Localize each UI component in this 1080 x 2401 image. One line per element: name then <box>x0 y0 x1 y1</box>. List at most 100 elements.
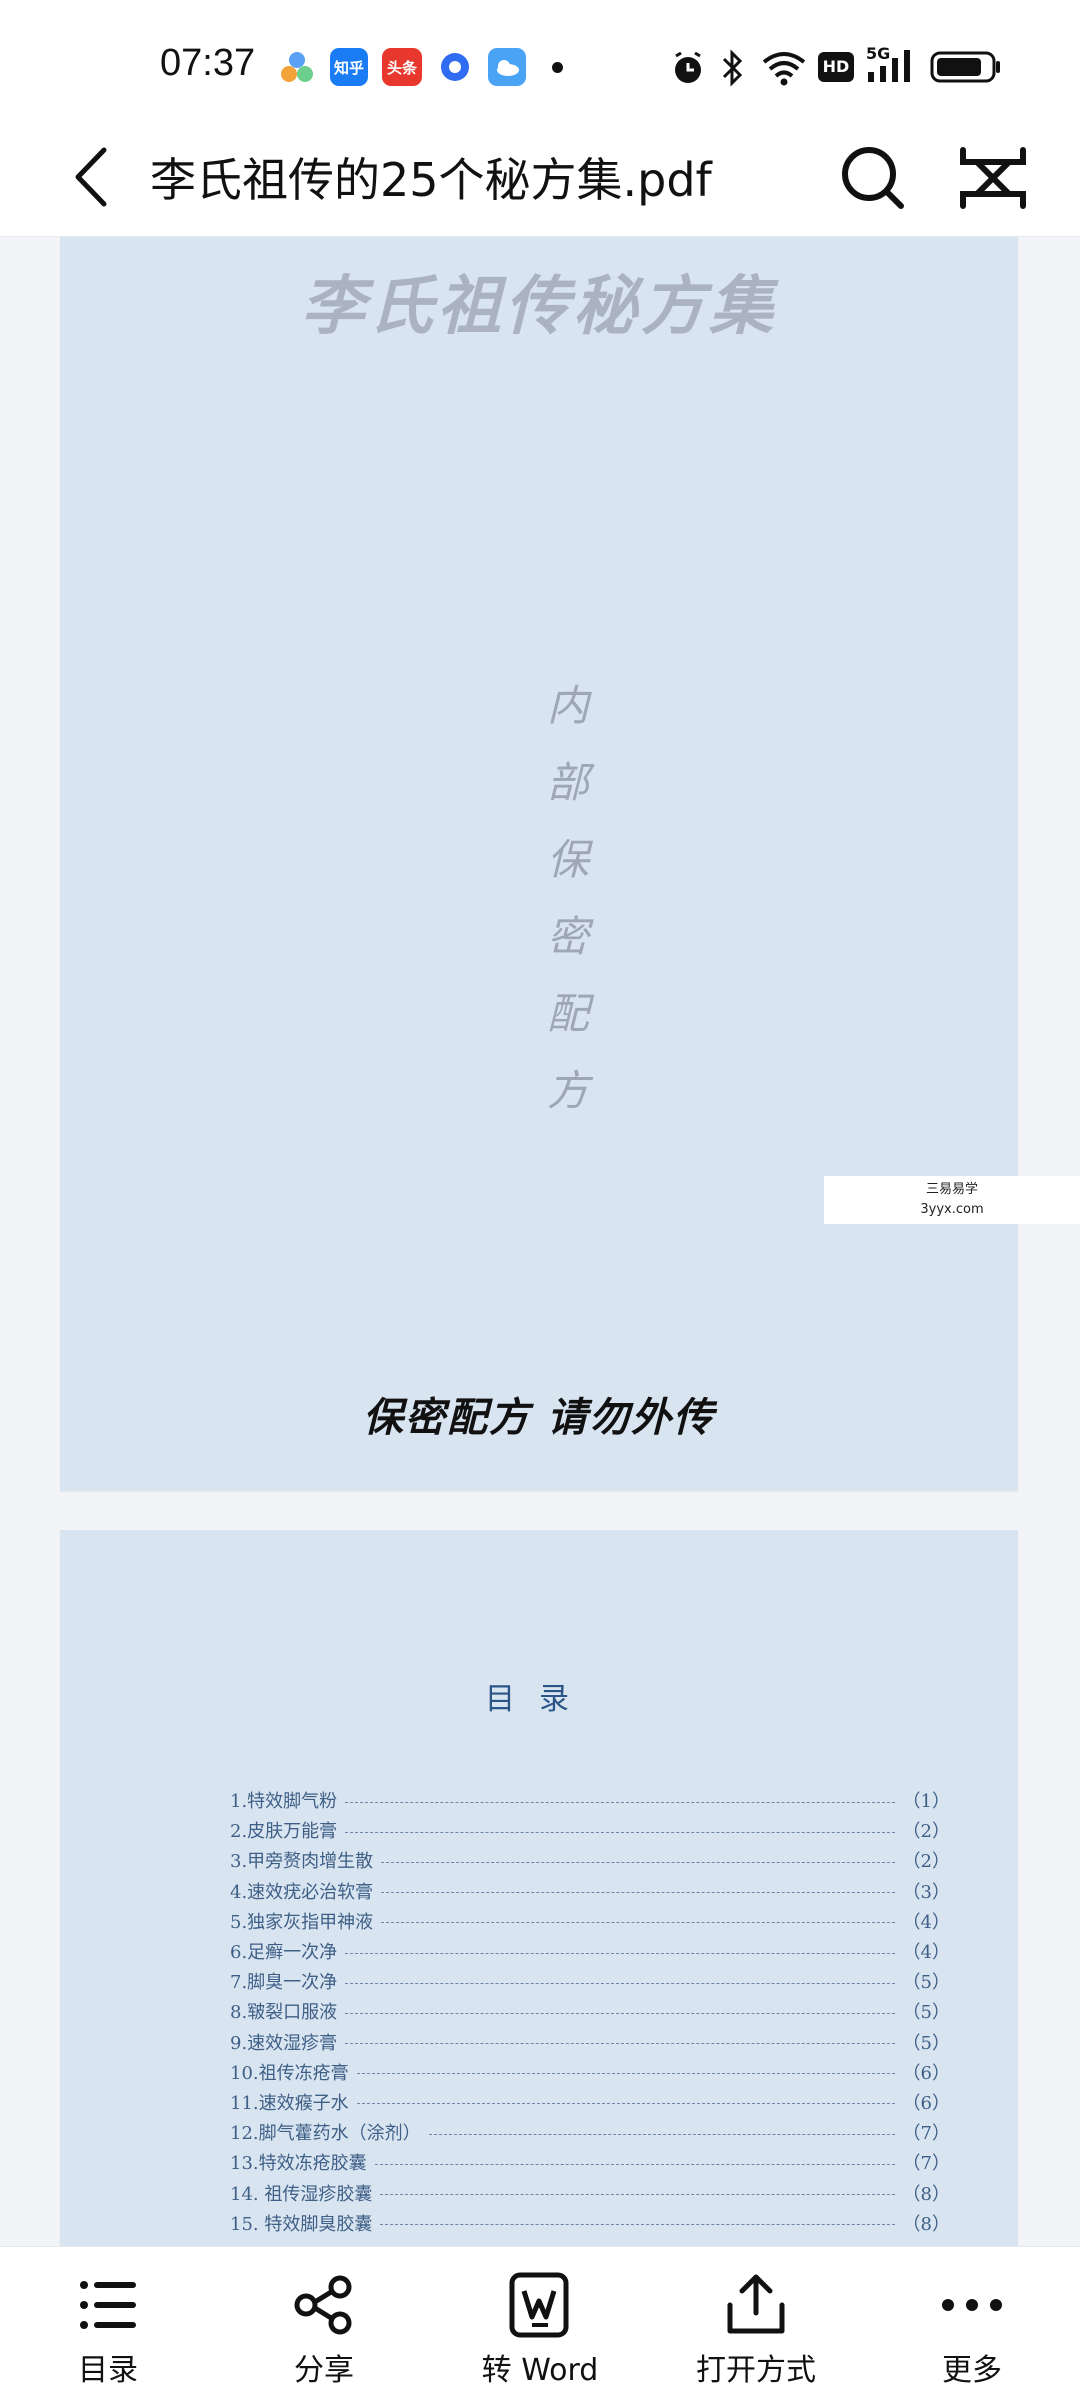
toc-entry[interactable]: 4.速效疣必治软膏 （3） <box>230 1876 950 1906</box>
toc-entry[interactable]: 12.脚气藿药水（涂剂） （7） <box>230 2117 950 2147</box>
toc-entry-page: （7） <box>902 2153 950 2175</box>
wifi-icon <box>762 52 806 86</box>
toc-leader-dots <box>380 2194 895 2196</box>
toc-leader-dots <box>381 1861 895 1863</box>
toc-entry[interactable]: 11.速效瘊子水 （6） <box>230 2087 950 2117</box>
open-with-button[interactable]: 打开方式 <box>648 2247 864 2401</box>
toc-entry[interactable]: 7.脚臭一次净 （5） <box>230 1966 950 1996</box>
toc-leader-dots <box>380 2224 895 2226</box>
toc-entry[interactable]: 2.皮肤万能膏 （2） <box>230 1815 950 1845</box>
toc-entry-label: 5.独家灰指甲神液 <box>230 1911 374 1933</box>
app-bar: 李氏祖传的25个秘方集.pdf <box>0 120 1080 237</box>
search-icon[interactable] <box>835 140 911 216</box>
watermark-line-1: 三易易学 <box>925 1182 978 1197</box>
more-notifications-dot <box>552 62 563 73</box>
watermark: 三易易学 3yyx.com <box>824 1176 1080 1224</box>
toc-button[interactable]: 目录 <box>0 2247 216 2401</box>
toc-entry-label: 2.皮肤万能膏 <box>230 1821 338 1843</box>
toc-entry[interactable]: 3.甲旁赘肉增生散 （2） <box>230 1845 950 1875</box>
pdf-page-2[interactable]: 目录 1.特效脚气粉 （1） 2.皮肤万能膏 （2） 3.甲旁赘肉增生散 （2） 4.速效疣… <box>60 1530 1018 2250</box>
pdf-page-1[interactable]: 李氏祖传秘方集 内 部 保 密 配 方 保密配方 请勿外传 <box>60 237 1018 1491</box>
to-word-button-label: 转 Word <box>481 2353 599 2388</box>
toc-title: 目录 <box>485 1682 593 1717</box>
toc-entry-page: （8） <box>902 2213 950 2235</box>
more-button[interactable]: 更多 <box>864 2247 1080 2401</box>
toutiao-icon: 头条 <box>382 48 422 86</box>
share-button-label: 分享 <box>294 2353 354 2388</box>
document-title: 李氏祖传的25个秘方集.pdf <box>150 153 712 207</box>
toc-entry-page: （4） <box>902 1942 950 1964</box>
toc-entry-label: 14. 祖传湿疹胶囊 <box>230 2183 373 2205</box>
toc-entry-page: （6） <box>902 2092 950 2114</box>
weather-icon <box>488 48 526 86</box>
toc-entry[interactable]: 6.足癣一次净 （4） <box>230 1936 950 1966</box>
toc-entry-label: 3.甲旁赘肉增生散 <box>230 1851 374 1873</box>
back-arrow-icon[interactable] <box>60 142 130 212</box>
toc-entry-page: （3） <box>902 1881 950 1903</box>
toc-leader-dots <box>345 1952 895 1954</box>
toc-leader-dots <box>381 1892 895 1894</box>
toc-entry[interactable]: 10.祖传冻疮膏 （6） <box>230 2057 950 2087</box>
vertical-char: 内 <box>546 681 589 730</box>
battery-icon <box>930 51 1000 83</box>
watermark-line-2: 3yyx.com <box>920 1202 984 1217</box>
toc-button-label: 目录 <box>78 2353 138 2388</box>
more-button-label: 更多 <box>942 2353 1002 2388</box>
vertical-char: 保 <box>546 835 589 884</box>
toc-entry-page: （4） <box>902 1911 950 1933</box>
toc-entry-label: 7.脚臭一次净 <box>230 1972 338 1994</box>
exit-reading-mode-icon[interactable] <box>955 140 1031 216</box>
toc-entry[interactable]: 5.独家灰指甲神液 （4） <box>230 1906 950 1936</box>
toc-entry-label: 1.特效脚气粉 <box>230 1791 338 1813</box>
bluetooth-icon <box>722 49 743 87</box>
share-button[interactable]: 分享 <box>216 2247 432 2401</box>
status-time: 07:37 <box>160 42 256 84</box>
toc-entry[interactable]: 13.特效冻疮胶囊 （7） <box>230 2147 950 2177</box>
toc-leader-dots <box>345 2012 895 2014</box>
vertical-text: 内 部 保 密 配 方 <box>538 667 598 1129</box>
share-icon <box>294 2275 352 2335</box>
vertical-char: 方 <box>546 1066 589 1115</box>
toc-entry-label: 12.脚气藿药水（涂剂） <box>230 2123 421 2145</box>
bottom-toolbar: 目录 分享 转 Word 打开方式 更多 <box>0 2246 1080 2401</box>
zhihu-icon: 知乎 <box>330 48 368 86</box>
toc-leader-dots <box>381 1922 895 1924</box>
open-with-button-label: 打开方式 <box>696 2353 816 2388</box>
blue-dot-app-icon <box>436 48 474 86</box>
upload-icon <box>727 2274 785 2334</box>
toc-entry-label: 6.足癣一次净 <box>230 1942 338 1964</box>
vertical-char: 部 <box>546 758 589 807</box>
toc-entry-label: 13.特效冻疮胶囊 <box>230 2153 367 2175</box>
to-word-button[interactable]: 转 Word <box>432 2247 648 2401</box>
alarm-icon <box>675 51 701 83</box>
hd-icon: HD <box>818 52 854 82</box>
status-bar: 07:37 知乎 头条 HD 5G <box>0 0 1080 120</box>
toc-entry-page: （2） <box>902 1821 950 1843</box>
toc-entry-label: 10.祖传冻疮膏 <box>230 2062 349 2084</box>
toc-leader-dots <box>356 2073 895 2075</box>
list-icon <box>80 2281 136 2329</box>
signal-5g-icon: 5G <box>866 44 916 84</box>
toc-leader-dots <box>345 1831 895 1833</box>
toc-entry[interactable]: 8.皲裂口服液 （5） <box>230 1996 950 2026</box>
app-icon-1 <box>278 48 316 86</box>
word-icon <box>509 2272 569 2338</box>
toc-entry-page: （2） <box>902 1851 950 1873</box>
cover-footer: 保密配方 请勿外传 <box>363 1394 715 1441</box>
toc-leader-dots <box>345 1801 895 1803</box>
toc-entry[interactable]: 15. 特效脚臭胶囊 （8） <box>230 2208 950 2238</box>
toc-entry[interactable]: 14. 祖传湿疹胶囊 （8） <box>230 2177 950 2207</box>
toc-entry[interactable]: 1.特效脚气粉 （1） <box>230 1785 950 1815</box>
toc-leader-dots <box>374 2163 895 2165</box>
toc-entry-page: （8） <box>902 2183 950 2205</box>
vertical-char: 密 <box>546 912 589 961</box>
toc-entry[interactable]: 9.速效湿疹膏 （5） <box>230 2027 950 2057</box>
toc-leader-dots <box>345 2043 895 2045</box>
toc-leader-dots <box>356 2103 895 2105</box>
toc-entry-label: 15. 特效脚臭胶囊 <box>230 2213 373 2235</box>
more-icon <box>942 2299 1002 2311</box>
toc-entry-page: （5） <box>902 2032 950 2054</box>
toc-entry-page: （5） <box>902 1972 950 1994</box>
toc-entry-label: 4.速效疣必治软膏 <box>230 1881 374 1903</box>
vertical-char: 配 <box>546 989 589 1038</box>
